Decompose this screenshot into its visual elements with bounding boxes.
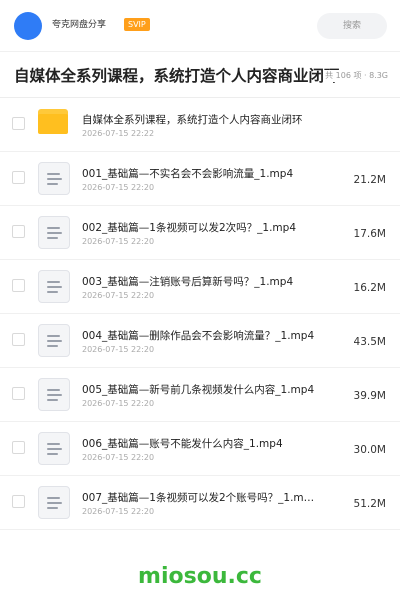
item-size: 30.0M — [353, 444, 386, 456]
item-name: 自媒体全系列课程，系统打造个人内容商业闭环 — [82, 114, 303, 126]
file-row[interactable]: 004_基础篇—删除作品会不会影响流量？_1.mp4 2026-07-15 22:… — [0, 314, 400, 368]
file-row[interactable]: 003_基础篇—注销账号后算新号吗？_1.mp4 2026-07-15 22:20… — [0, 260, 400, 314]
svip-badge: SVIP — [124, 18, 150, 31]
file-icon — [38, 324, 70, 357]
item-name: 003_基础篇—注销账号后算新号吗？_1.mp4 — [82, 276, 294, 288]
item-date: 2026-07-15 22:20 — [82, 237, 155, 246]
item-name: 001_基础篇—不实名会不会影响流量_1.mp4 — [82, 168, 294, 180]
item-date: 2026-07-15 22:20 — [82, 399, 155, 408]
item-size: 17.6M — [353, 228, 386, 240]
file-icon — [38, 162, 70, 195]
file-row[interactable]: 007_基础篇—1条视频可以发2个账号吗？_1.m… 2026-07-15 22:… — [0, 476, 400, 530]
file-row[interactable]: 001_基础篇—不实名会不会影响流量_1.mp4 2026-07-15 22:20… — [0, 152, 400, 206]
item-name: 002_基础篇—1条视频可以发2次吗？_1.mp4 — [82, 222, 296, 234]
row-checkbox[interactable] — [12, 117, 25, 130]
row-checkbox[interactable] — [12, 333, 25, 346]
file-icon — [38, 270, 70, 303]
file-icon — [38, 378, 70, 411]
avatar[interactable] — [14, 12, 42, 40]
item-size: 43.5M — [353, 336, 386, 348]
row-checkbox[interactable] — [12, 225, 25, 238]
row-checkbox[interactable] — [12, 171, 25, 184]
item-size: 51.2M — [353, 498, 386, 510]
item-date: 2026-07-15 22:20 — [82, 183, 155, 192]
item-size: 16.2M — [353, 282, 386, 294]
app-header: 夸克网盘分享 SVIP 搜索 — [0, 0, 400, 52]
file-icon — [38, 432, 70, 465]
page-title: 自媒体全系列课程，系统打造个人内容商业闭环 — [14, 67, 340, 85]
item-size: 39.9M — [353, 390, 386, 402]
row-checkbox[interactable] — [12, 495, 25, 508]
row-checkbox[interactable] — [12, 387, 25, 400]
search-button[interactable]: 搜索 — [317, 13, 387, 39]
item-name: 007_基础篇—1条视频可以发2个账号吗？_1.m… — [82, 492, 315, 504]
file-icon — [38, 216, 70, 249]
item-date: 2026-07-15 22:20 — [82, 345, 155, 354]
item-date: 2026-07-15 22:22 — [82, 129, 155, 138]
item-date: 2026-07-15 22:20 — [82, 507, 155, 516]
username[interactable]: 夸克网盘分享 — [52, 19, 106, 31]
folder-icon — [38, 109, 68, 134]
item-date: 2026-07-15 22:20 — [82, 291, 155, 300]
row-checkbox[interactable] — [12, 441, 25, 454]
folder-row[interactable]: 自媒体全系列课程，系统打造个人内容商业闭环 2026-07-15 22:22 — [0, 98, 400, 152]
row-checkbox[interactable] — [12, 279, 25, 292]
watermark: miosou.cc — [138, 564, 262, 589]
folder-meta: 共 106 项 · 8.3G — [323, 70, 388, 82]
item-name: 004_基础篇—删除作品会不会影响流量？_1.mp4 — [82, 330, 315, 342]
item-date: 2026-07-15 22:20 — [82, 453, 155, 462]
file-row[interactable]: 005_基础篇—新号前几条视频发什么内容_1.mp4 2026-07-15 22:… — [0, 368, 400, 422]
file-icon — [38, 486, 70, 519]
file-list: 自媒体全系列课程，系统打造个人内容商业闭环 2026-07-15 22:22 001… — [0, 98, 400, 530]
file-row[interactable]: 006_基础篇—账号不能发什么内容_1.mp4 2026-07-15 22:20 3… — [0, 422, 400, 476]
item-name: 006_基础篇—账号不能发什么内容_1.mp4 — [82, 438, 283, 450]
item-size: 21.2M — [353, 174, 386, 186]
item-name: 005_基础篇—新号前几条视频发什么内容_1.mp4 — [82, 384, 315, 396]
file-row[interactable]: 002_基础篇—1条视频可以发2次吗？_1.mp4 2026-07-15 22:2… — [0, 206, 400, 260]
folder-title-bar: 自媒体全系列课程，系统打造个人内容商业闭环 共 106 项 · 8.3G — [0, 52, 400, 98]
